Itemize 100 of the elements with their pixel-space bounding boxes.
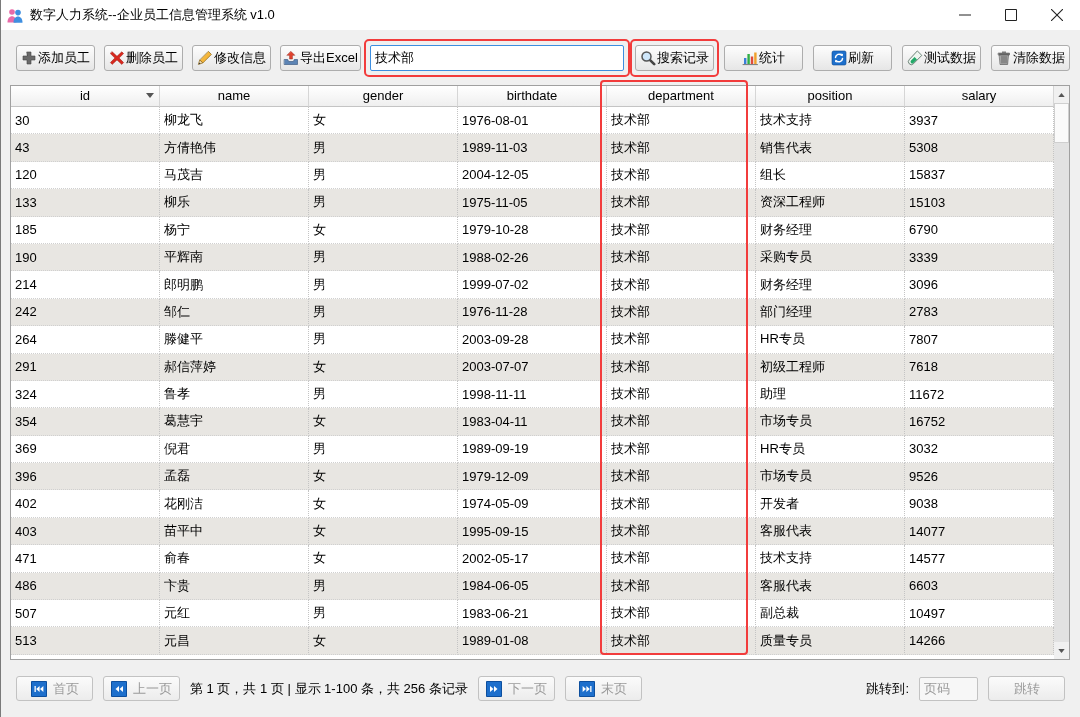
delete-employee-button[interactable]: 删除员工 [104, 45, 183, 71]
column-header[interactable]: salary [905, 86, 1054, 107]
table-cell: 2003-09-28 [462, 331, 529, 347]
table-cell: 技术部 [611, 111, 650, 130]
table-cell: 3339 [909, 249, 938, 265]
table-cell: 1975-11-05 [462, 194, 528, 210]
column-header[interactable]: department [607, 86, 756, 107]
table-cell: 技术部 [611, 522, 650, 541]
trash-icon [995, 50, 1012, 66]
table-cell: 1989-11-03 [462, 140, 528, 156]
table-cell: 开发者 [760, 494, 799, 513]
table-cell: 技术部 [611, 138, 650, 157]
column-header[interactable]: birthdate [458, 86, 607, 107]
search-field[interactable]: 技术部 [369, 45, 624, 71]
page-number-field[interactable]: 页码 [919, 676, 978, 701]
table-cell: 组长 [760, 165, 786, 184]
table-cell: 技术部 [611, 439, 650, 458]
table-cell: 技术部 [611, 385, 650, 404]
maximize-icon [1005, 9, 1017, 21]
table-cell: 技术部 [611, 165, 650, 184]
upload-tray-icon [283, 50, 299, 66]
table-cell: 1979-12-09 [462, 468, 529, 484]
add-employee-button[interactable]: 添加员工 [16, 45, 95, 71]
table-cell: 部门经理 [760, 302, 812, 321]
table-cell: 30 [15, 112, 30, 128]
table-cell: 方倩艳伟 [164, 138, 216, 157]
scroll-up-button[interactable] [1054, 86, 1069, 103]
refresh-icon [830, 50, 847, 66]
export-excel-button[interactable]: 导出Excel [280, 45, 361, 71]
skip-forward-icon [579, 680, 596, 697]
table-cell: 486 [15, 578, 37, 594]
statistics-button[interactable]: 统计 [723, 45, 803, 71]
table-cell: 185 [15, 222, 37, 238]
scroll-down-button[interactable] [1054, 642, 1069, 659]
table-cell: 技术部 [611, 193, 650, 212]
clear-data-button[interactable]: 清除数据 [990, 45, 1070, 71]
table-cell: 技术部 [611, 576, 650, 595]
column-header[interactable]: name [160, 86, 309, 107]
table-cell: 采购专员 [760, 248, 812, 267]
table-cell: 1983-06-21 [462, 605, 529, 621]
table-cell: 财务经理 [760, 220, 812, 239]
table-cell: 43 [15, 140, 30, 156]
table-cell: 女 [313, 467, 326, 486]
table-cell: 技术部 [611, 604, 650, 623]
table-cell: 2002-05-17 [462, 550, 529, 566]
table-cell: 质量专员 [760, 631, 812, 650]
table-cell: 男 [313, 604, 326, 623]
table-cell: 郎明鹏 [164, 275, 203, 294]
jump-to-label: 跳转到: [866, 679, 909, 698]
table-cell: 2004-12-05 [462, 167, 529, 183]
test-data-button[interactable]: 测试数据 [901, 45, 981, 71]
scrollbar-track[interactable] [1054, 86, 1069, 659]
search-records-button[interactable]: 搜索记录 [634, 45, 714, 71]
table-cell: 客服代表 [760, 522, 812, 541]
table-cell: 销售代表 [760, 138, 812, 157]
table-cell: 女 [313, 111, 326, 130]
table-cell: 5308 [909, 140, 938, 156]
table-cell: 7807 [909, 331, 938, 347]
table-cell: 10497 [909, 605, 946, 621]
table-cell: 133 [15, 194, 37, 210]
table-cell: 葛慧宇 [164, 412, 203, 431]
table-cell: 女 [313, 549, 326, 568]
table-cell: 男 [313, 165, 326, 184]
table-cell: 354 [15, 414, 37, 429]
table-cell: 技术部 [611, 494, 650, 513]
table-cell: 3096 [909, 277, 938, 293]
table-cell: 1983-04-11 [462, 414, 528, 429]
table-cell: 马茂吉 [164, 165, 203, 184]
table-cell: 技术部 [611, 330, 650, 349]
table-cell: 女 [313, 494, 326, 513]
table-cell: 9526 [909, 468, 938, 484]
up-arrow-icon [1058, 92, 1065, 97]
table-cell: 元红 [164, 604, 190, 623]
refresh-button[interactable]: 刷新 [812, 45, 892, 71]
scrollbar-thumb[interactable] [1054, 103, 1069, 143]
people-icon [7, 7, 23, 23]
table-cell: 1995-09-15 [462, 523, 529, 539]
table-cell: 市场专员 [760, 412, 812, 431]
table-cell: 1999-07-02 [462, 277, 529, 293]
table-cell: 男 [313, 248, 326, 267]
table-cell: 324 [15, 386, 37, 402]
test-tube-icon [906, 50, 923, 66]
column-header[interactable]: id [11, 86, 160, 107]
table-cell: 15837 [909, 167, 946, 183]
edit-info-button[interactable]: 修改信息 [192, 45, 271, 71]
table-cell: 副总裁 [760, 604, 799, 623]
table-cell: HR专员 [760, 330, 805, 349]
plus-icon [21, 50, 37, 66]
column-header[interactable]: gender [309, 86, 458, 107]
table-cell: 120 [15, 167, 37, 183]
table-cell: 2003-07-07 [462, 359, 529, 375]
table-cell: 11672 [909, 386, 945, 402]
table-cell: 孟磊 [164, 467, 190, 486]
table-cell: 男 [313, 330, 326, 349]
skip-back-icon [30, 680, 47, 697]
table-cell: 男 [313, 275, 326, 294]
table-cell: 396 [15, 468, 37, 484]
table-cell: 元昌 [164, 631, 190, 650]
column-header[interactable]: position [756, 86, 905, 107]
bar-chart-icon [741, 50, 758, 66]
